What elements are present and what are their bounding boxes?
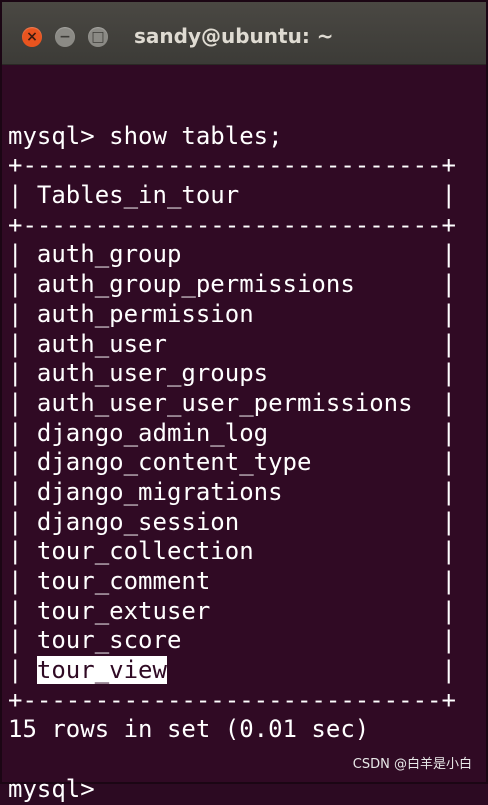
terminal-line: +-----------------------------+ — [8, 685, 456, 714]
terminal-window: × − □ sandy@ubuntu: ~ mysql> show tables… — [0, 0, 488, 803]
window-title: sandy@ubuntu: ~ — [134, 24, 334, 48]
terminal-line: | django_session | — [8, 507, 456, 536]
maximize-button[interactable]: □ — [88, 27, 108, 47]
terminal-line: | auth_user | — [8, 329, 456, 358]
title-bar[interactable]: × − □ sandy@ubuntu: ~ — [2, 2, 486, 65]
watermark: CSDN @白羊是小白 — [352, 757, 472, 772]
terminal-line: | django_admin_log | — [8, 418, 456, 447]
terminal-line: | tour_extuser | — [8, 596, 456, 625]
terminal-line: | tour_score | — [8, 626, 456, 655]
minimize-button[interactable]: − — [55, 27, 75, 47]
terminal-line: | django_content_type | — [8, 448, 456, 477]
terminal-line: | tour_collection | — [8, 537, 456, 566]
minimize-icon: − — [59, 29, 71, 45]
terminal-line: | auth_user_user_permissions | — [8, 388, 456, 417]
terminal-line: | tour_view | — [8, 656, 456, 685]
terminal-line: 15 rows in set (0.01 sec) — [8, 715, 370, 744]
terminal-line: | tour_comment | — [8, 567, 456, 595]
terminal-line: mysql> show tables; — [8, 121, 283, 150]
terminal-line: | auth_group | — [8, 240, 456, 269]
terminal-line: | Tables_in_tour | — [8, 181, 456, 210]
terminal-line: | auth_permission | — [8, 299, 456, 328]
terminal-line: +-----------------------------+ — [8, 210, 456, 239]
terminal-line: mysql> — [8, 774, 95, 803]
selected-text: tour_view — [36, 656, 167, 685]
close-icon: × — [26, 29, 38, 45]
terminal-output[interactable]: mysql> show tables; +--------------------… — [8, 92, 486, 805]
close-button[interactable]: × — [22, 27, 42, 47]
terminal-line: | auth_user_groups | — [8, 359, 456, 388]
terminal-line: +-----------------------------+ — [8, 151, 456, 180]
terminal-line: | auth_group_permissions | — [8, 270, 456, 299]
terminal-line: | django_migrations | — [8, 477, 456, 506]
maximize-icon: □ — [91, 29, 105, 45]
